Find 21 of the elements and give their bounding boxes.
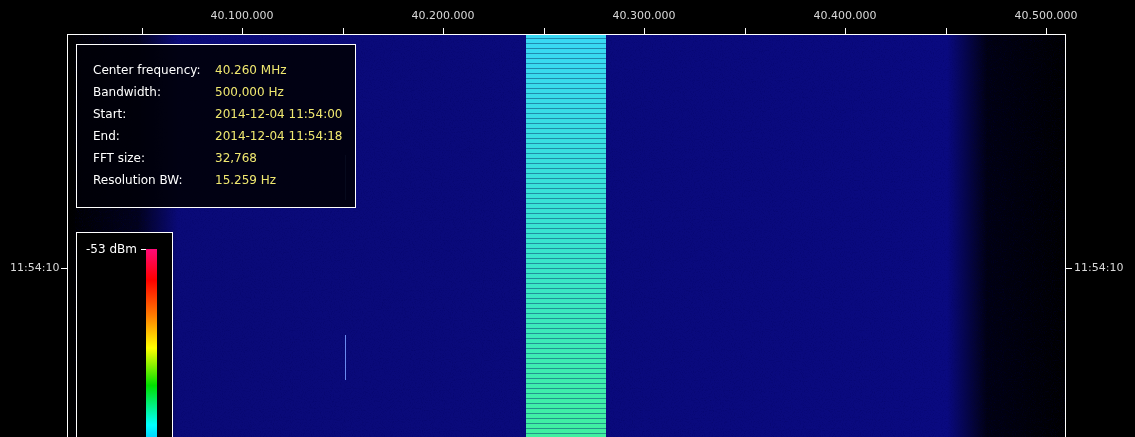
info-value: 32,768 <box>215 150 257 166</box>
frequency-label: 40.500.000 <box>1014 10 1078 21</box>
info-value: 2014-12-04 11:54:18 <box>215 128 343 144</box>
colorbar-label: -53 dBm <box>86 243 137 255</box>
info-label: Resolution BW: <box>93 172 184 188</box>
time-label: 11:54:10 <box>1074 262 1124 273</box>
info-value: 500,000 Hz <box>215 84 284 100</box>
info-value: 40.260 MHz <box>215 62 287 78</box>
info-label: Start: <box>93 106 128 122</box>
frequency-label: 40.200.000 <box>411 10 475 21</box>
info-value: 2014-12-04 11:54:00 <box>215 106 343 122</box>
info-label: Bandwidth: <box>93 84 162 100</box>
info-label: End: <box>93 128 121 144</box>
info-label: Center frequency: <box>93 62 202 78</box>
time-label: 11:54:10 <box>10 262 60 273</box>
info-value: 15.259 Hz <box>215 172 277 188</box>
info-label: FFT size: <box>93 150 147 166</box>
axis-tick <box>141 249 146 250</box>
frequency-label: 40.300.000 <box>612 10 676 21</box>
frequency-label: 40.100.000 <box>210 10 274 21</box>
frequency-label: 40.400.000 <box>813 10 877 21</box>
